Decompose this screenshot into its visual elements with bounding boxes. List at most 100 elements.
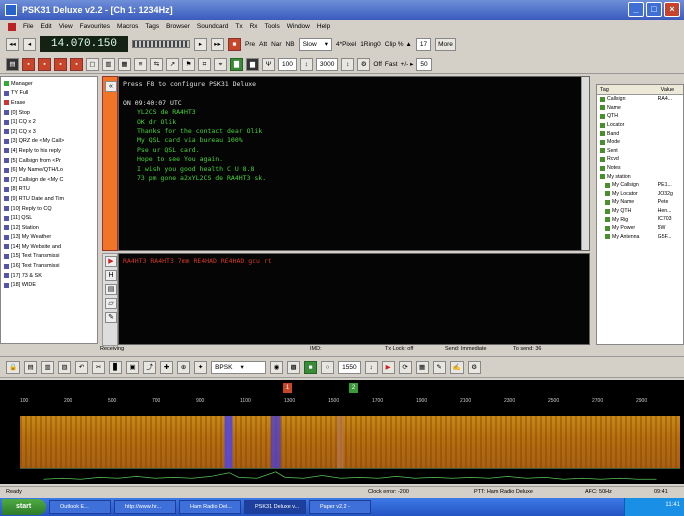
back-button[interactable]: ◂ <box>23 37 36 51</box>
menu-rx[interactable]: Rx <box>250 23 258 30</box>
menu-edit[interactable]: Edit <box>40 23 51 30</box>
maximize-button[interactable]: □ <box>646 2 662 17</box>
spectrum-icon[interactable]: ▇ <box>230 57 243 71</box>
menu-macros[interactable]: Macros <box>117 23 138 30</box>
logger-row[interactable]: My Power 5W <box>597 224 683 233</box>
eraser-icon[interactable]: ▱ <box>105 298 117 309</box>
arrow-icon[interactable]: ↗ <box>166 57 179 71</box>
menu-favourites[interactable]: Favourites <box>80 23 110 30</box>
menu-file[interactable]: File <box>23 23 33 30</box>
title-bar[interactable]: PSK31 Deluxe v2.2 - [Ch 1: 1234Hz] _ □ × <box>0 0 684 20</box>
nb-toggle[interactable]: NB <box>286 41 295 48</box>
bars-icon[interactable]: ▊ <box>109 360 123 374</box>
logger-row[interactable]: My Antenna G5F... <box>597 233 683 242</box>
macro-item[interactable]: [11] QSL <box>4 213 97 223</box>
panel-toggle-icon[interactable]: « <box>105 81 117 92</box>
logger-row[interactable]: Sent <box>597 147 683 156</box>
logger-row[interactable]: My station <box>597 172 683 181</box>
waterfall-icon[interactable]: ▆ <box>246 57 259 71</box>
clear-icon[interactable]: ▤ <box>105 284 117 295</box>
logger-row[interactable]: Rcvd <box>597 155 683 164</box>
logger-row[interactable]: Mode <box>597 138 683 147</box>
clip-input[interactable]: 17 <box>415 37 432 51</box>
macro-item[interactable]: [7] Callsign de <My C <box>4 175 97 185</box>
macro-item[interactable]: [4] Reply to his reply <box>4 146 97 156</box>
pre-toggle[interactable]: Pre <box>245 41 255 48</box>
delta-input[interactable]: 50 <box>416 57 432 71</box>
macro-item[interactable]: [16] Text Transmissi <box>4 261 97 271</box>
edit-icon[interactable]: ✎ <box>432 360 446 374</box>
low-stepper[interactable]: ↕ <box>299 57 313 71</box>
lines-icon[interactable]: ≡ <box>134 57 147 71</box>
freq-stepper[interactable]: ↕ <box>364 360 378 374</box>
link-icon[interactable]: ⇆ <box>150 57 163 71</box>
forward-button[interactable]: ▸ <box>194 37 207 51</box>
macro-item[interactable]: [9] RTU Date and Tim <box>4 194 97 204</box>
macro-item[interactable]: [5] Callsign from <Pr <box>4 156 97 166</box>
logger-row[interactable]: Notes <box>597 164 683 173</box>
task-outlook[interactable]: Outlook E... <box>49 500 111 514</box>
undo-icon[interactable]: ↶ <box>75 360 89 374</box>
flag-icon[interactable]: ⚑ <box>182 57 195 71</box>
fast-forward-button[interactable]: ▸▸ <box>211 37 224 51</box>
channel-marker-2[interactable]: 2 <box>349 383 358 393</box>
antenna-icon[interactable]: Ψ <box>262 57 275 71</box>
tune-icon[interactable]: ⌖ <box>214 57 227 71</box>
macro-item[interactable]: [3] QRZ de <My Call> <box>4 137 97 147</box>
refresh-icon[interactable]: ⟳ <box>398 360 412 374</box>
logger-row[interactable]: My Callsign PE1... <box>597 181 683 190</box>
menu-soundcard[interactable]: Soundcard <box>197 23 228 30</box>
grid-icon[interactable]: ▦ <box>118 57 131 71</box>
tools-icon[interactable]: ✂ <box>92 360 106 374</box>
menu-tags[interactable]: Tags <box>145 23 159 30</box>
tag-column-header[interactable]: Tag <box>597 85 658 94</box>
chart-icon[interactable]: ▥ <box>41 360 55 374</box>
macro-item[interactable]: [10] Reply to CQ <box>4 204 97 214</box>
logger-row[interactable]: QTH <box>597 112 683 121</box>
pencil-icon[interactable]: ✎ <box>105 312 117 323</box>
macro-item[interactable]: [1] CQ x 2 <box>4 117 97 127</box>
settings-icon[interactable]: ⚙ <box>357 57 371 71</box>
channel-marker-1[interactable]: 1 <box>283 383 292 393</box>
tx-scrollbar[interactable] <box>581 77 589 250</box>
speed-select[interactable]: Slow ▾ <box>298 37 332 51</box>
rewind-button[interactable]: ◂◂ <box>6 37 19 51</box>
transmit-icon[interactable]: ▶ <box>381 360 395 374</box>
rings-option[interactable]: 1Ring0 <box>360 41 381 48</box>
macro-item[interactable]: [2] CQ x 3 <box>4 127 97 137</box>
pixel-option[interactable]: 4*Pixel <box>336 41 356 48</box>
plus-icon[interactable]: ✦ <box>194 360 208 374</box>
waterfall-display[interactable] <box>20 416 680 468</box>
fast-label[interactable]: Fast <box>385 61 398 68</box>
rx-text-window[interactable]: RA4HT3 RA4HT3 7mm RE4HAD RE4HAD gcu rt <box>118 253 590 345</box>
record-icon[interactable]: ■ <box>228 37 241 51</box>
menu-tools[interactable]: Tools <box>265 23 280 30</box>
tool-icon-3[interactable]: ▪ <box>38 57 51 71</box>
macro-item[interactable]: [15] Text Transmissi <box>4 252 97 262</box>
table-icon[interactable]: ▦ <box>415 360 429 374</box>
menu-window[interactable]: Window <box>287 23 310 30</box>
task-ham-radio[interactable]: Ham Radio Del... <box>179 500 241 514</box>
menu-browser[interactable]: Browser <box>166 23 190 30</box>
task-paper[interactable]: Paper v2.2 - <box>309 500 371 514</box>
target-icon[interactable]: ⊕ <box>177 360 191 374</box>
audio-freq-input[interactable]: 1550 <box>338 360 361 374</box>
net-icon[interactable]: ▩ <box>287 360 301 374</box>
tool-icon-5[interactable]: ▪ <box>70 57 83 71</box>
image-icon[interactable]: ▨ <box>58 360 72 374</box>
mode-select[interactable]: BPSK ▾ <box>211 360 267 374</box>
bandwidth-high-input[interactable]: 3000 <box>315 57 339 71</box>
nar-toggle[interactable]: Nar <box>271 41 281 48</box>
macro-item[interactable]: TY Full <box>4 89 97 99</box>
export-icon[interactable]: ⤴ <box>143 360 157 374</box>
menu-tx[interactable]: Tx <box>235 23 242 30</box>
task-psk31[interactable]: PSK31 Deluxe v... <box>244 500 306 514</box>
off-label[interactable]: Off <box>373 61 382 68</box>
dot-icon[interactable]: ○ <box>321 360 335 374</box>
window-icon[interactable]: ▢ <box>86 57 99 71</box>
value-column-header[interactable]: Value <box>658 85 683 94</box>
logger-row[interactable]: My Locator JO32g <box>597 190 683 199</box>
tool-icon-2[interactable]: ▪ <box>22 57 35 71</box>
options-icon[interactable]: ⚙ <box>467 360 481 374</box>
sync-icon[interactable]: ■ <box>304 360 318 374</box>
